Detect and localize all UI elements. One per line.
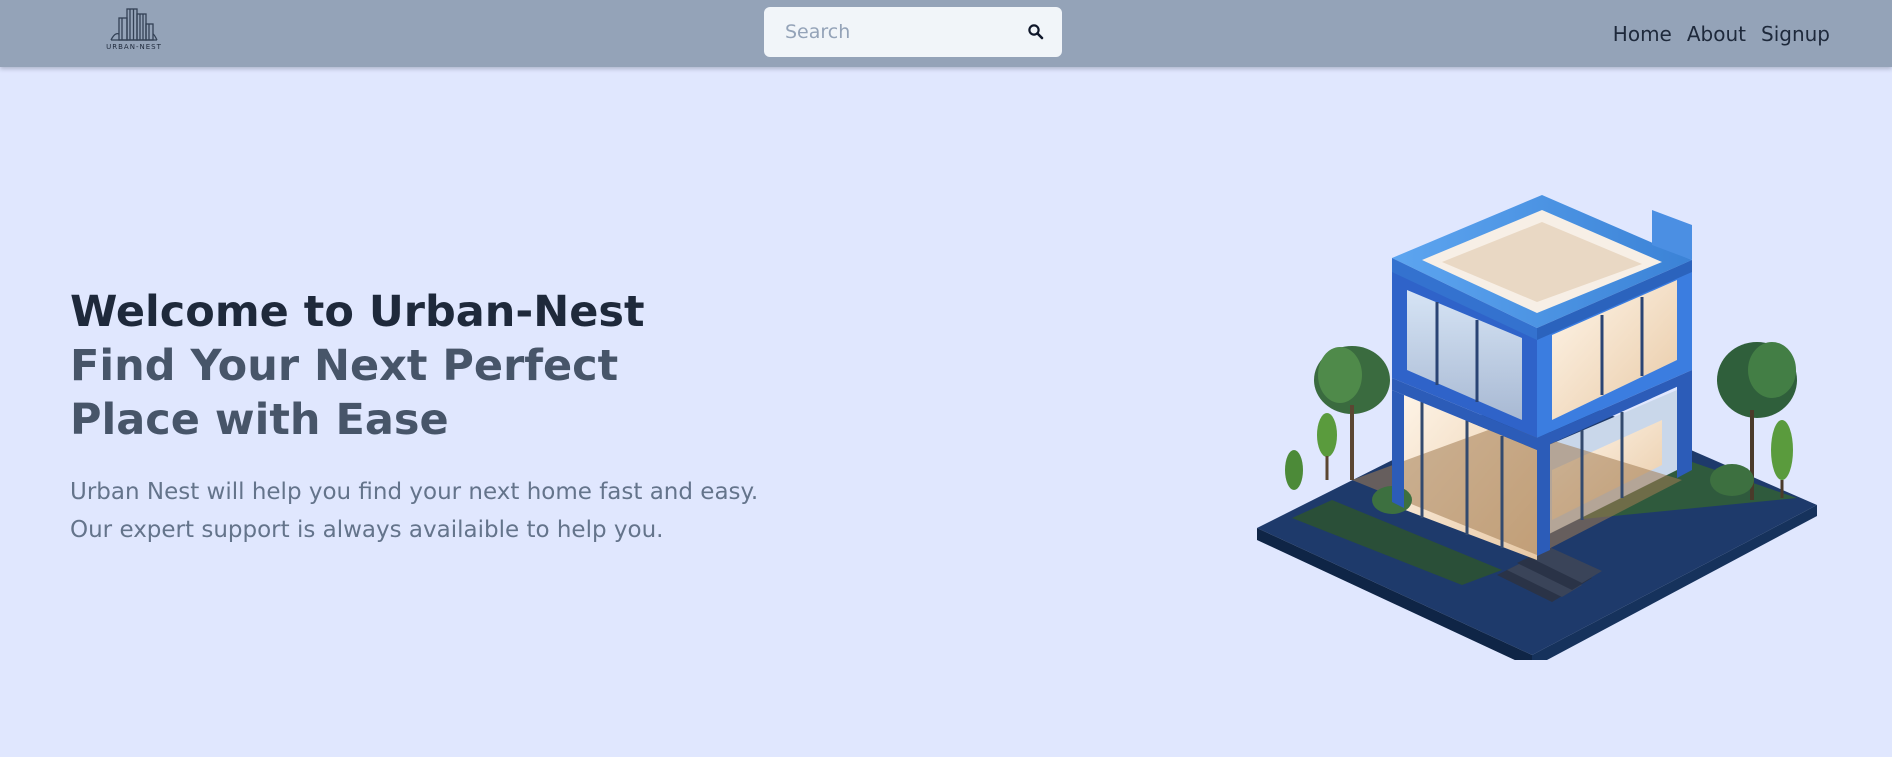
hero-section: Welcome to Urban-Nest Find Your Next Per… (70, 285, 790, 549)
nav-links: Home About Signup (1613, 0, 1830, 67)
hero-title: Welcome to Urban-Nest (70, 287, 645, 337)
hero-subtitle: Find Your Next Perfect Place with Ease (70, 341, 619, 445)
isometric-house-illustration (1252, 180, 1822, 668)
navbar: URBAN-NEST Home About Signup (0, 0, 1892, 67)
nav-link-home[interactable]: Home (1613, 22, 1672, 46)
hero-description: Urban Nest will help you find your next … (70, 473, 790, 549)
logo[interactable]: URBAN-NEST (100, 6, 168, 56)
hero-description-line1: Urban Nest will help you find your next … (70, 479, 759, 505)
building-icon (110, 8, 158, 41)
nav-link-about[interactable]: About (1687, 22, 1746, 46)
nav-link-signup[interactable]: Signup (1761, 22, 1830, 46)
hero-description-line2: Our expert support is always availaible … (70, 517, 664, 543)
search-box (764, 7, 1062, 57)
search-input[interactable] (764, 7, 1004, 57)
search-icon[interactable] (1026, 22, 1046, 42)
logo-text: URBAN-NEST (106, 43, 162, 51)
